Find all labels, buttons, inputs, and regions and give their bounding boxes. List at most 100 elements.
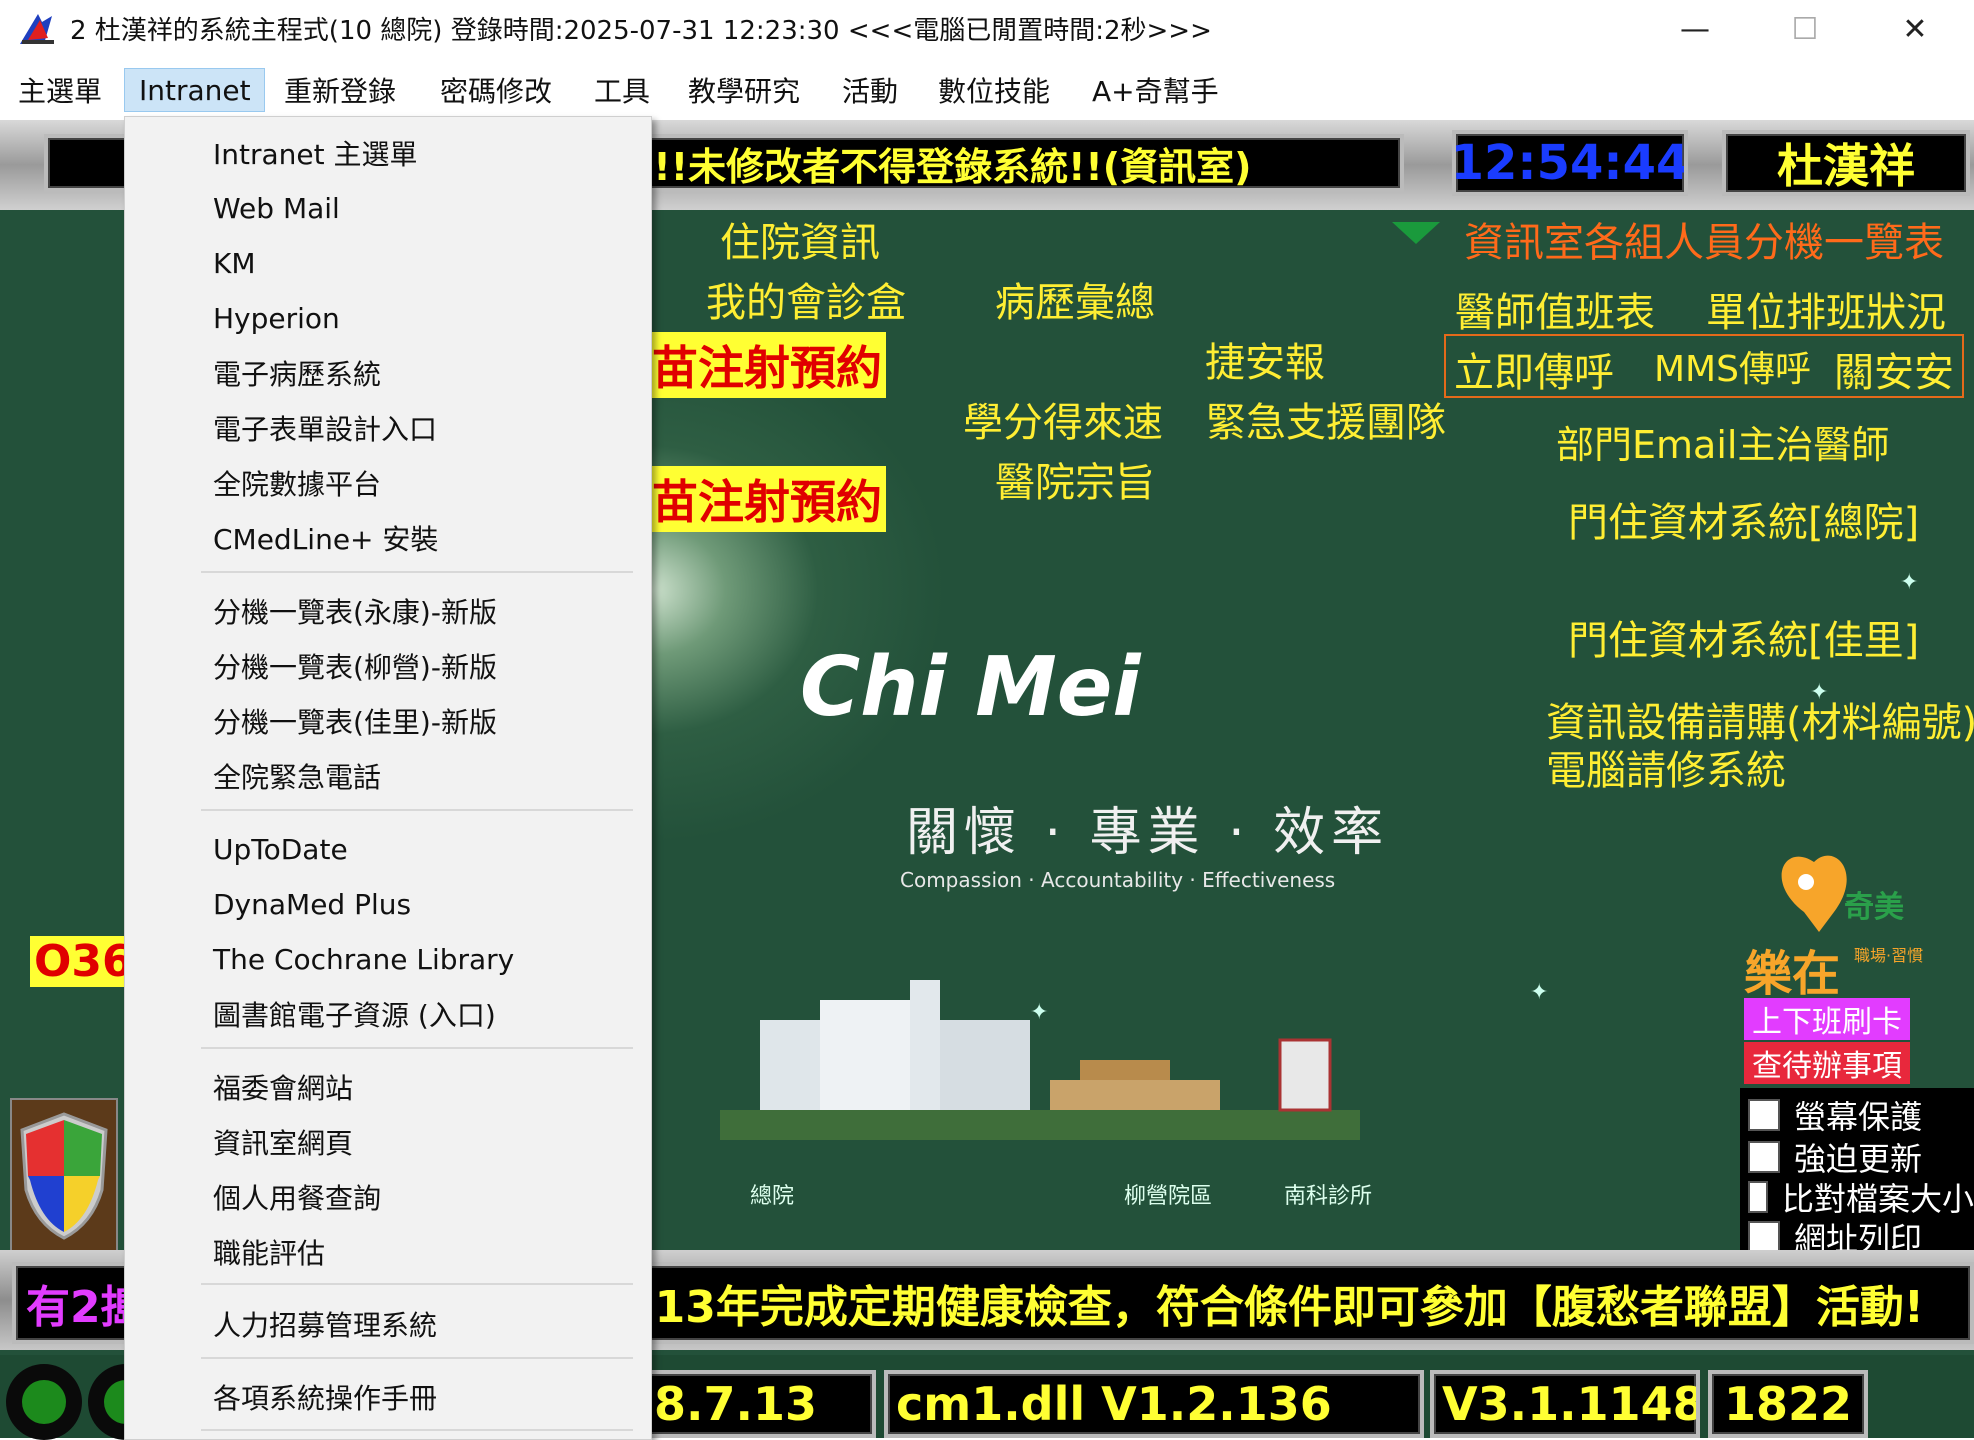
checkbox-icon — [1748, 1141, 1780, 1173]
menu-separator — [201, 1047, 633, 1049]
link-consult-box[interactable]: 我的會診盒 — [706, 270, 906, 328]
mascot-tag: 職場·習慣 — [1854, 946, 1924, 965]
clock-display: 12:54:44 — [1452, 130, 1688, 196]
brand-motto: 關懷 · 專業 · 效率 — [906, 803, 1390, 863]
link-care-safety[interactable]: 關安安 — [1834, 340, 1954, 398]
menu-item-it-site[interactable]: 資訊室網頁 — [125, 1116, 651, 1168]
maximize-icon: ☐ — [1791, 11, 1819, 47]
app-icon — [20, 14, 54, 44]
menu-item-competency[interactable]: 職能評估 — [125, 1226, 651, 1278]
menu-separator — [201, 809, 633, 811]
menu-item-data-platform[interactable]: 全院數據平台 — [125, 457, 651, 509]
link-jiean-report[interactable]: 捷安報 — [1205, 330, 1325, 388]
menu-item-recruitment[interactable]: 人力招募管理系統 — [125, 1298, 651, 1350]
menu-item-hyperion[interactable]: Hyperion — [125, 292, 651, 344]
menu-intranet[interactable]: Intranet — [124, 68, 265, 112]
star-decoration: ✦ — [1530, 980, 1549, 1005]
screensaver-checkbox[interactable]: 螢幕保護 — [1748, 1092, 1922, 1138]
site-label-nanke: 南科診所 — [1284, 1184, 1373, 1209]
shield-button[interactable] — [10, 1098, 118, 1252]
checkbox-icon — [1748, 1181, 1768, 1213]
menu-item-eform-designer[interactable]: 電子表單設計入口 — [125, 402, 651, 454]
menu-activities[interactable]: 活動 — [828, 68, 912, 112]
menu-tools[interactable]: 工具 — [580, 68, 664, 112]
site-label-liuying: 柳營院區 — [1124, 1184, 1213, 1209]
menu-item-manuals[interactable]: 各項系統操作手冊 — [125, 1371, 651, 1423]
hospital-buildings-icon — [720, 980, 1360, 1140]
punch-clock-button[interactable]: 上下班刷卡 — [1744, 998, 1910, 1040]
shield-icon — [20, 1112, 108, 1240]
menu-item-dynamed[interactable]: DynaMed Plus — [125, 878, 651, 930]
menu-relogin[interactable]: 重新登錄 — [270, 68, 410, 112]
close-icon: ✕ — [1902, 11, 1928, 47]
status-light — [6, 1364, 82, 1440]
mascot-subtext: 奇美 — [1844, 890, 1904, 925]
menu-teaching-research[interactable]: 教學研究 — [674, 68, 814, 112]
menu-item-ext-yongkang[interactable]: 分機一覽表(永康)-新版 — [125, 585, 651, 637]
menu-item-intranet-main[interactable]: Intranet 主選單 — [125, 127, 651, 179]
menu-item-km[interactable]: KM — [125, 237, 651, 289]
close-button[interactable]: ✕ — [1860, 0, 1970, 58]
link-duty-roster[interactable]: 醫師值班表 — [1455, 280, 1655, 338]
menu-separator — [201, 1429, 633, 1431]
maximize-button[interactable]: ☐ — [1750, 0, 1860, 58]
link-unit-shift[interactable]: 單位排班狀況 — [1706, 280, 1946, 338]
menu-separator — [201, 1357, 633, 1359]
link-hospital-mission[interactable]: 醫院宗旨 — [995, 450, 1155, 508]
checkbox-icon — [1748, 1099, 1780, 1131]
star-decoration: ✦ — [1900, 570, 1919, 595]
checkbox-label: 螢幕保護 — [1794, 1098, 1923, 1136]
minimize-button[interactable]: — — [1640, 0, 1750, 58]
link-vaccine-booking-1[interactable]: 苗注射預約 — [648, 332, 886, 398]
mascot-logo[interactable]: 樂在 奇美 職場·習慣 — [1744, 842, 1923, 1002]
menu-main[interactable]: 主選單 — [4, 68, 116, 112]
ticker-text: 13年完成定期健康檢查，符合條件即可參加【腹愁者聯盟】活動! — [654, 1282, 1924, 1333]
brand-motto-english: Compassion · Accountability · Effectiven… — [900, 868, 1336, 892]
link-credits[interactable]: 學分得來速 — [963, 390, 1163, 448]
menu-item-cmedline-install[interactable]: CMedLine+ 安裝 — [125, 512, 651, 564]
menu-item-library-eresources[interactable]: 圖書館電子資源 (入口) — [125, 988, 651, 1040]
link-inpatient-info[interactable]: 住院資訊 — [720, 210, 880, 268]
menu-separator — [201, 1283, 633, 1285]
mascot-text: 樂在 — [1744, 946, 1841, 1002]
link-pc-repair[interactable]: 電腦請修系統 — [1546, 738, 1786, 796]
menu-item-uptodate[interactable]: UpToDate — [125, 823, 651, 875]
link-it-extensions[interactable]: 資訊室各組人員分機一覽表 — [1464, 210, 1944, 268]
link-instant-page[interactable]: 立即傳呼 — [1454, 340, 1614, 398]
green-light-icon — [22, 1380, 66, 1424]
link-materials-jiali[interactable]: 門住資材系統[佳里] — [1568, 608, 1919, 666]
user-name-display: 杜漢祥 — [1722, 130, 1970, 196]
title-bar: 2 杜漢祥的系統主程式(10 總院) 登錄時間:2025-07-31 12:23… — [0, 0, 1974, 58]
menu-item-cochrane[interactable]: The Cochrane Library — [125, 933, 651, 985]
left-badge[interactable]: O36 — [30, 936, 132, 987]
window-title: 2 杜漢祥的系統主程式(10 總院) 登錄時間:2025-07-31 12:23… — [70, 16, 1212, 46]
checkbox-icon — [1748, 1221, 1780, 1253]
link-records-summary[interactable]: 病歷彙總 — [995, 270, 1155, 328]
intranet-dropdown-menu: Intranet 主選單 Web Mail KM Hyperion 電子病歷系統… — [124, 116, 652, 1440]
link-mms-page[interactable]: MMS傳呼 — [1654, 340, 1811, 392]
menu-aplus-helper[interactable]: A+奇幫手 — [1078, 68, 1233, 112]
menu-item-ext-jiali[interactable]: 分機一覽表(佳里)-新版 — [125, 695, 651, 747]
build-version-display: V3.1.1148 — [1430, 1370, 1700, 1438]
site-label-main: 總院 — [750, 1184, 795, 1209]
menu-item-ext-liuying[interactable]: 分機一覽表(柳營)-新版 — [125, 640, 651, 692]
code-display: 1822 — [1708, 1370, 1868, 1438]
menu-item-welfare-site[interactable]: 福委會網站 — [125, 1061, 651, 1113]
menu-item-web-mail[interactable]: Web Mail — [125, 182, 651, 234]
minimize-icon: — — [1680, 11, 1710, 47]
menu-change-password[interactable]: 密碼修改 — [426, 68, 566, 112]
dll-version-display: cm1.dll V1.2.136 — [884, 1370, 1424, 1438]
menu-separator — [201, 571, 633, 573]
chimei-logo: Chi Mei — [800, 640, 1141, 735]
link-materials-main[interactable]: 門住資材系統[總院] — [1568, 490, 1919, 548]
hospital-illustration — [700, 960, 1380, 1140]
link-dept-email[interactable]: 部門Email主治醫師 — [1556, 414, 1889, 469]
menu-item-emergency-phones[interactable]: 全院緊急電話 — [125, 750, 651, 802]
menu-item-meal-query[interactable]: 個人用餐查詢 — [125, 1171, 651, 1223]
menu-item-emr[interactable]: 電子病歷系統 — [125, 347, 651, 399]
menu-digital-skills[interactable]: 數位技能 — [924, 68, 1064, 112]
triangle-icon — [1392, 222, 1440, 244]
link-vaccine-booking-2[interactable]: 苗注射預約 — [648, 466, 886, 532]
todo-button[interactable]: 查待辦事項 — [1744, 1042, 1910, 1084]
link-emergency-support[interactable]: 緊急支援團隊 — [1206, 390, 1446, 448]
